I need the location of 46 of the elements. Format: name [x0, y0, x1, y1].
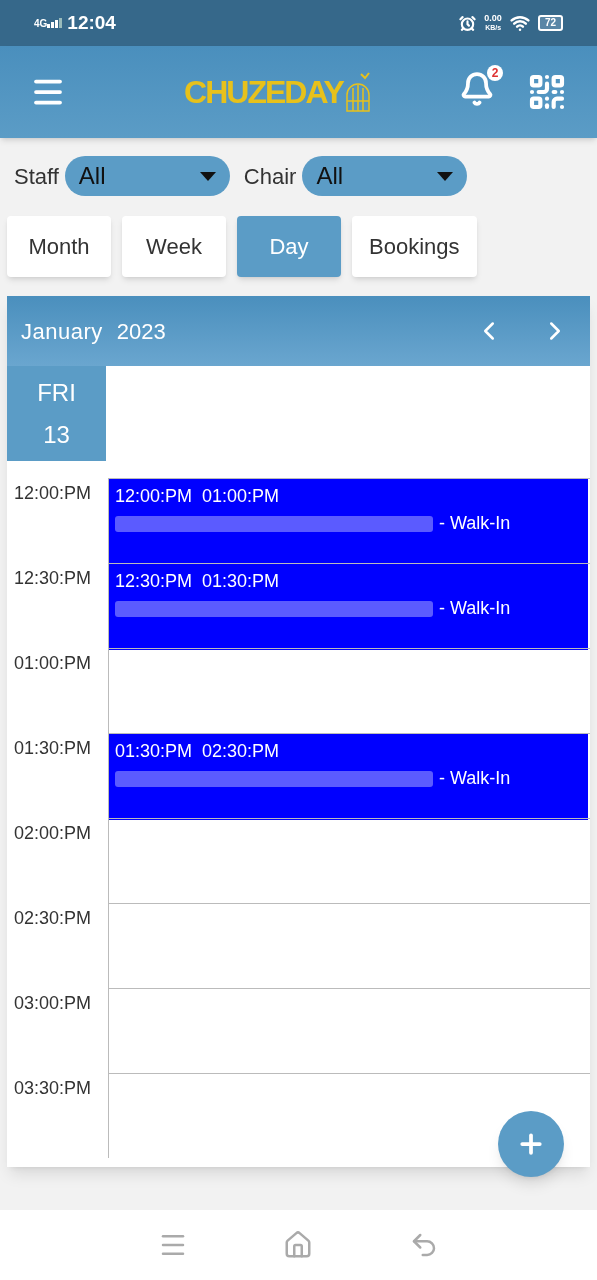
time-label: 01:30:PM — [14, 738, 92, 758]
appointment-block[interactable]: 12:30:PM 01:30:PM - Walk-In — [109, 564, 588, 650]
wifi-icon — [509, 13, 530, 33]
time-slot[interactable] — [108, 648, 590, 733]
filter-label: Chair — [243, 162, 297, 191]
end-time: 02:30:PM — [202, 740, 280, 763]
time-label: 02:30:PM — [14, 908, 92, 928]
start-time: 12:30:PM — [115, 570, 193, 593]
view-tab[interactable]: Week — [122, 216, 226, 277]
qr-code-button[interactable] — [527, 72, 567, 112]
start-time: 01:30:PM — [115, 740, 193, 763]
time-slot[interactable] — [108, 818, 590, 903]
network-label: 4G — [34, 16, 48, 31]
booking-source: - Walk-In — [439, 597, 511, 620]
time-label: 12:00:PM — [14, 483, 92, 503]
signal-icon — [47, 18, 64, 28]
day-number: 13 — [43, 419, 70, 450]
clock-time: 12:04 — [67, 10, 116, 35]
app-logo: CHUZEDAY — [184, 73, 343, 112]
view-tab[interactable]: Bookings — [352, 216, 477, 277]
notification-badge: 2 — [487, 64, 503, 81]
year-label: 2023 — [116, 317, 166, 346]
view-tab[interactable]: Month — [7, 216, 111, 277]
home-button[interactable] — [283, 1230, 314, 1260]
filter-dropdown[interactable]: All — [64, 156, 230, 196]
time-label: 12:30:PM — [14, 568, 92, 588]
time-label: 03:30:PM — [14, 1078, 92, 1098]
filter-dropdown[interactable]: All — [302, 156, 468, 196]
end-time: 01:30:PM — [202, 570, 280, 593]
alarm-icon — [459, 14, 477, 32]
day-name: FRI — [37, 377, 76, 408]
end-time: 01:00:PM — [202, 485, 280, 508]
speed-value: 0.00 — [484, 14, 502, 23]
booking-source: - Walk-In — [439, 512, 511, 535]
time-label: 02:00:PM — [14, 823, 92, 843]
dropdown-caret-icon — [199, 171, 216, 181]
appointment-block[interactable]: 01:30:PM 02:30:PM - Walk-In — [109, 734, 588, 820]
start-time: 12:00:PM — [115, 485, 193, 508]
booking-source: - Walk-In — [439, 767, 511, 790]
appointment-block[interactable]: 12:00:PM 01:00:PM - Walk-In — [109, 479, 588, 565]
filter-label: Staff — [14, 162, 59, 191]
time-label: 01:00:PM — [14, 653, 92, 673]
dropdown-caret-icon — [437, 171, 454, 181]
battery-indicator: 72 — [537, 15, 563, 31]
time-label: 03:00:PM — [14, 993, 92, 1013]
month-label: January — [21, 317, 103, 346]
